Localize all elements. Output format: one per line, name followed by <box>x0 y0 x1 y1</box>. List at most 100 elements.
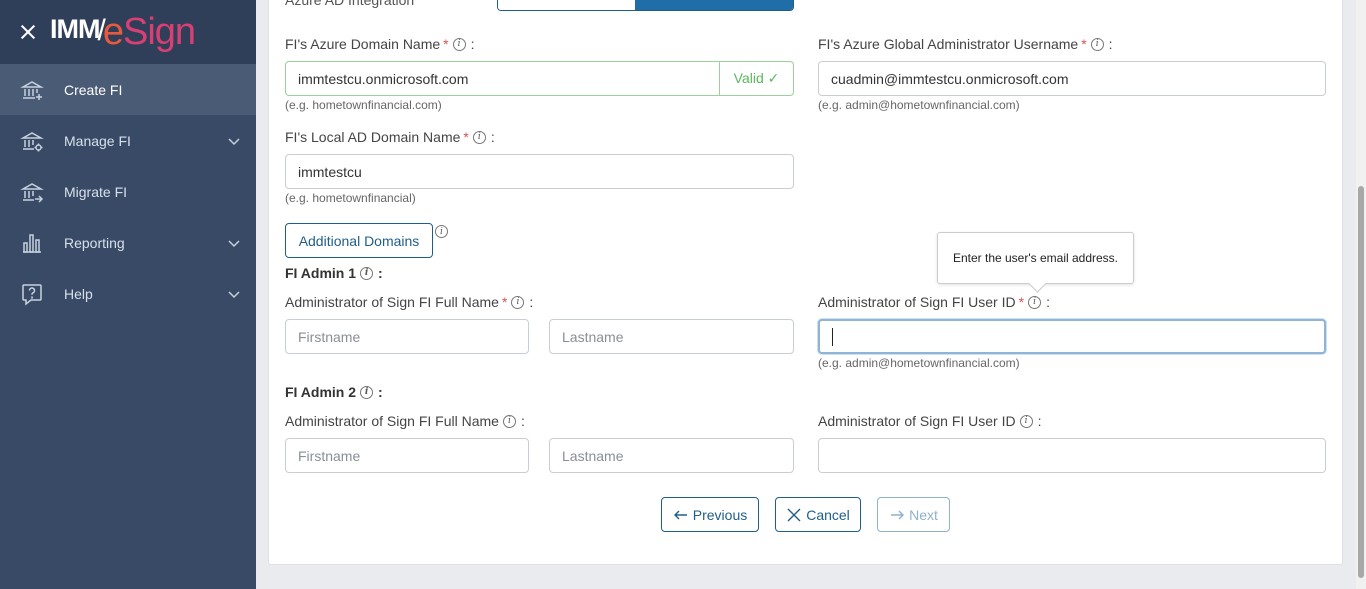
sidebar-item-label: Reporting <box>64 234 125 251</box>
toggle-enable-option[interactable] <box>635 0 793 10</box>
bank-gear-icon <box>20 129 44 153</box>
sidebar-item-manage-fi[interactable]: Manage FI <box>0 115 256 166</box>
azure-admin-value: cuadmin@immtestcu.onmicrosoft.com <box>831 70 1069 87</box>
sidebar-item-label: Help <box>64 285 93 302</box>
azure-ad-toggle[interactable] <box>497 0 794 11</box>
info-icon[interactable]: i <box>1028 295 1042 309</box>
info-icon[interactable]: i <box>435 225 448 238</box>
text-cursor <box>832 327 833 346</box>
additional-domains-button[interactable]: Additional Domains <box>285 223 433 258</box>
toggle-off-option[interactable] <box>498 0 635 10</box>
fi-admin-1-title: FI Admin 1i: <box>285 265 383 281</box>
sidebar-item-reporting[interactable]: Reporting <box>0 217 256 268</box>
arrow-right-icon <box>891 510 905 519</box>
label-colon: : <box>520 413 525 429</box>
admin1-firstname-input[interactable]: Firstname <box>285 319 529 354</box>
sidebar-item-label: Migrate FI <box>64 183 128 200</box>
next-label: Next <box>909 506 938 523</box>
azure-ad-label-text: Azure AD Integration <box>285 0 415 8</box>
info-icon[interactable]: i <box>472 130 486 144</box>
required-marker: * <box>501 294 508 310</box>
required-marker: * <box>1081 36 1087 52</box>
arrow-left-icon <box>673 510 687 519</box>
logo-esign: eSign <box>103 10 196 54</box>
help-icon <box>20 282 44 306</box>
info-icon[interactable]: i <box>511 295 525 309</box>
valid-status-badge: Valid ✓ <box>719 62 793 95</box>
fi-admin-1-title-text: FI Admin 1 <box>285 265 357 281</box>
tooltip-text: Enter the user's email address. <box>952 251 1119 265</box>
logo-slash: / <box>97 13 105 47</box>
info-icon[interactable]: i <box>452 37 466 51</box>
azure-domain-value: immtestcu.onmicrosoft.com <box>298 70 469 87</box>
admin2-firstname-input[interactable]: Firstname <box>285 438 529 473</box>
lastname-placeholder: Lastname <box>562 447 624 464</box>
bar-chart-icon <box>20 231 44 255</box>
cancel-button[interactable]: Cancel <box>775 497 861 532</box>
userid-tooltip: Enter the user's email address. <box>937 232 1134 284</box>
azure-admin-label-text: FI's Azure Global Administrator Username <box>818 36 1079 52</box>
required-marker: * <box>463 129 469 145</box>
label-colon: : <box>378 265 383 281</box>
scrollbar-thumb[interactable] <box>1358 186 1364 578</box>
previous-label: Previous <box>692 506 748 523</box>
additional-domains-label: Additional Domains <box>298 232 420 249</box>
admin1-fullname-label: Administrator of Sign FI Full Name * i: <box>285 294 533 310</box>
info-icon[interactable]: i <box>1090 37 1104 51</box>
azure-domain-input[interactable]: immtestcu.onmicrosoft.com Valid ✓ <box>285 61 794 96</box>
sidebar-item-label: Manage FI <box>64 132 131 149</box>
logo: IMM / eSign <box>50 10 196 54</box>
info-icon[interactable]: i <box>502 414 516 428</box>
label-colon: : <box>1108 36 1113 52</box>
admin1-userid-label: Administrator of Sign FI User ID * i: <box>818 294 1050 310</box>
azure-admin-hint: (e.g. admin@hometownfinancial.com) <box>818 98 1020 112</box>
azure-domain-label: FI's Azure Domain Name * i: <box>285 36 475 52</box>
local-ad-label: FI's Local AD Domain Name * i: <box>285 129 495 145</box>
admin2-lastname-input[interactable]: Lastname <box>549 438 794 473</box>
admin2-fullname-label: Administrator of Sign FI Full Name i: <box>285 413 525 429</box>
admin1-userid-label-text: Administrator of Sign FI User ID <box>818 294 1016 310</box>
info-icon[interactable]: i <box>360 266 374 280</box>
admin1-userid-hint: (e.g. admin@hometownfinancial.com) <box>818 356 1020 370</box>
sidebar-item-create-fi[interactable]: Create FI <box>0 64 256 115</box>
local-ad-value: immtestcu <box>298 163 362 180</box>
required-marker: * <box>443 36 449 52</box>
admin1-lastname-input[interactable]: Lastname <box>549 319 794 354</box>
admin2-fullname-label-text: Administrator of Sign FI Full Name <box>285 413 499 429</box>
label-colon: : <box>1037 413 1042 429</box>
sidebar: IMM / eSign Create FI Manage FI Migrate … <box>0 0 256 589</box>
local-ad-input[interactable]: immtestcu <box>285 154 794 189</box>
admin2-userid-input[interactable] <box>818 438 1326 473</box>
info-icon[interactable]: i <box>360 385 374 399</box>
logo-imm: IMM <box>50 13 100 44</box>
firstname-placeholder: Firstname <box>298 328 361 345</box>
admin1-userid-input[interactable] <box>818 319 1326 354</box>
info-icon[interactable]: i <box>1019 414 1033 428</box>
sidebar-item-migrate-fi[interactable]: Migrate FI <box>0 166 256 217</box>
sidebar-item-help[interactable]: Help <box>0 268 256 319</box>
local-ad-hint: (e.g. hometownfinancial) <box>285 191 416 205</box>
azure-admin-label: FI's Azure Global Administrator Username… <box>818 36 1113 52</box>
fi-admin-2-title-text: FI Admin 2 <box>285 384 357 400</box>
admin2-userid-label-text: Administrator of Sign FI User ID <box>818 413 1016 429</box>
scrollbar[interactable] <box>1356 0 1366 589</box>
chevron-down-icon <box>228 236 240 252</box>
previous-button[interactable]: Previous <box>661 497 759 532</box>
label-colon: : <box>490 129 495 145</box>
logo-sign: Sign <box>122 10 196 53</box>
bank-plus-icon <box>20 78 44 102</box>
label-colon: : <box>470 36 475 52</box>
close-icon <box>787 508 801 521</box>
next-button[interactable]: Next <box>877 497 950 532</box>
azure-admin-input[interactable]: cuadmin@immtestcu.onmicrosoft.com <box>818 61 1326 96</box>
close-icon[interactable] <box>18 22 38 42</box>
local-ad-label-text: FI's Local AD Domain Name <box>285 129 461 145</box>
sidebar-header: IMM / eSign <box>0 0 256 64</box>
azure-domain-hint: (e.g. hometownfinancial.com) <box>285 98 442 112</box>
bank-arrow-icon <box>20 180 44 204</box>
sidebar-item-label: Create FI <box>64 81 123 98</box>
label-colon: : <box>1046 294 1050 310</box>
azure-domain-label-text: FI's Azure Domain Name <box>285 36 441 52</box>
azure-ad-integration-label: Azure AD Integration <box>285 0 414 8</box>
fi-admin-2-title: FI Admin 2i: <box>285 384 383 400</box>
